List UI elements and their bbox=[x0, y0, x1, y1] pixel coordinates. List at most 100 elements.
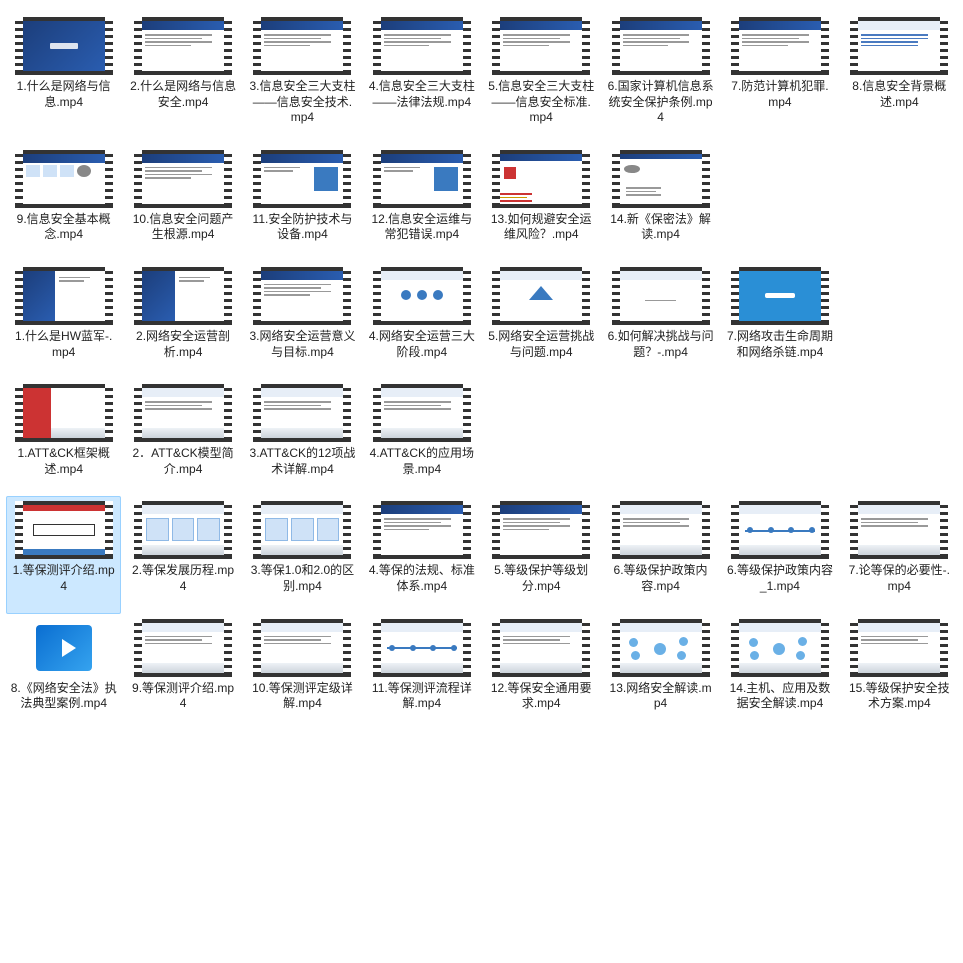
file-item[interactable]: 1.什么是网络与信息.mp4 bbox=[6, 12, 121, 129]
file-name: 5.等级保护等级划分.mp4 bbox=[488, 563, 594, 594]
file-item[interactable]: 1.什么是HW蓝军-.mp4 bbox=[6, 262, 121, 379]
file-name: 14.主机、应用及数据安全解读.mp4 bbox=[727, 681, 833, 712]
file-item[interactable]: 1.等保测评介绍.mp4 bbox=[6, 496, 121, 613]
video-thumbnail bbox=[15, 384, 113, 442]
file-name: 15.等级保护安全技术方案.mp4 bbox=[846, 681, 952, 712]
file-item[interactable]: 5.信息安全三大支柱——信息安全标准.mp4 bbox=[484, 12, 599, 145]
video-thumbnail bbox=[134, 17, 232, 75]
file-name: 6.如何解决挑战与问题？-.mp4 bbox=[608, 329, 714, 360]
file-item[interactable]: 5.等级保护等级划分.mp4 bbox=[484, 496, 599, 613]
file-item[interactable]: 5.网络安全运营挑战与问题.mp4 bbox=[484, 262, 599, 379]
video-thumbnail bbox=[134, 150, 232, 208]
file-item[interactable]: 11.等保测评流程详解.mp4 bbox=[364, 614, 479, 731]
file-name: 5.网络安全运营挑战与问题.mp4 bbox=[488, 329, 594, 360]
file-item[interactable]: 6.等级保护政策内容.mp4 bbox=[603, 496, 718, 613]
file-name: 5.信息安全三大支柱——信息安全标准.mp4 bbox=[488, 79, 594, 126]
file-item[interactable]: 6.如何解决挑战与问题？-.mp4 bbox=[603, 262, 718, 379]
video-thumbnail bbox=[612, 619, 710, 677]
video-thumbnail bbox=[612, 17, 710, 75]
file-name: 11.等保测评流程详解.mp4 bbox=[369, 681, 475, 712]
video-thumbnail bbox=[253, 384, 351, 442]
file-item[interactable]: 3.ATT&CK的12项战术详解.mp4 bbox=[245, 379, 360, 496]
file-name: 3.等保1.0和2.0的区别.mp4 bbox=[249, 563, 355, 594]
file-item[interactable]: 4.ATT&CK的应用场景.mp4 bbox=[364, 379, 479, 496]
file-item[interactable]: 4.网络安全运营三大阶段.mp4 bbox=[364, 262, 479, 379]
file-name: 9.信息安全基本概念.mp4 bbox=[11, 212, 117, 243]
file-name: 3.ATT&CK的12项战术详解.mp4 bbox=[249, 446, 355, 477]
video-thumbnail bbox=[612, 150, 710, 208]
file-name: 1.什么是HW蓝军-.mp4 bbox=[11, 329, 117, 360]
file-name: 8.信息安全背景概述.mp4 bbox=[846, 79, 952, 110]
file-name: 1.什么是网络与信息.mp4 bbox=[11, 79, 117, 110]
file-name: 1.等保测评介绍.mp4 bbox=[11, 563, 117, 594]
file-item[interactable]: 2.等保发展历程.mp4 bbox=[125, 496, 240, 613]
file-item[interactable]: 12.等保安全通用要求.mp4 bbox=[484, 614, 599, 731]
file-item[interactable]: 4.信息安全三大支柱——法律法规.mp4 bbox=[364, 12, 479, 129]
video-thumbnail bbox=[492, 267, 590, 325]
file-name: 3.网络安全运营意义与目标.mp4 bbox=[249, 329, 355, 360]
file-item[interactable]: 13.网络安全解读.mp4 bbox=[603, 614, 718, 731]
file-item[interactable]: 10.等保测评定级详解.mp4 bbox=[245, 614, 360, 731]
video-thumbnail bbox=[492, 17, 590, 75]
file-item[interactable]: 7.网络攻击生命周期和网络杀链.mp4 bbox=[722, 262, 837, 379]
file-name: 2.网络安全运营剖析.mp4 bbox=[130, 329, 236, 360]
file-name: 9.等保测评介绍.mp4 bbox=[130, 681, 236, 712]
file-name: 4.等保的法规、标准体系.mp4 bbox=[369, 563, 475, 594]
file-item[interactable]: 15.等级保护安全技术方案.mp4 bbox=[842, 614, 957, 731]
video-thumbnail bbox=[612, 267, 710, 325]
file-grid: 1.什么是网络与信息.mp4 2.什么是网络与信息安全.mp4 3.信息安全三大支柱… bbox=[6, 12, 957, 731]
file-item[interactable]: 8.《网络安全法》执法典型案例.mp4 bbox=[6, 614, 121, 731]
file-item[interactable]: 6.等级保护政策内容_1.mp4 bbox=[722, 496, 837, 613]
video-thumbnail bbox=[850, 17, 948, 75]
file-item[interactable]: 9.等保测评介绍.mp4 bbox=[125, 614, 240, 731]
file-item[interactable]: 9.信息安全基本概念.mp4 bbox=[6, 145, 121, 262]
file-name: 14.新《保密法》解读.mp4 bbox=[608, 212, 714, 243]
file-name: 2．ATT&CK模型简介.mp4 bbox=[130, 446, 236, 477]
file-item[interactable]: 14.主机、应用及数据安全解读.mp4 bbox=[722, 614, 837, 731]
video-thumbnail bbox=[253, 619, 351, 677]
video-thumbnail bbox=[731, 619, 829, 677]
video-thumbnail bbox=[253, 267, 351, 325]
file-name: 1.ATT&CK框架概述.mp4 bbox=[11, 446, 117, 477]
file-item[interactable]: 4.等保的法规、标准体系.mp4 bbox=[364, 496, 479, 613]
video-thumbnail bbox=[253, 501, 351, 559]
file-item[interactable]: 10.信息安全问题产生根源.mp4 bbox=[125, 145, 240, 262]
video-thumbnail bbox=[492, 619, 590, 677]
file-item[interactable]: 2.什么是网络与信息安全.mp4 bbox=[125, 12, 240, 129]
file-item[interactable]: 3.信息安全三大支柱——信息安全技术.mp4 bbox=[245, 12, 360, 145]
file-item[interactable]: 7.论等保的必要性-.mp4 bbox=[842, 496, 957, 613]
file-item[interactable]: 2.网络安全运营剖析.mp4 bbox=[125, 262, 240, 379]
file-item[interactable]: 12.信息安全运维与常犯错误.mp4 bbox=[364, 145, 479, 262]
video-thumbnail bbox=[612, 501, 710, 559]
file-item[interactable]: 1.ATT&CK框架概述.mp4 bbox=[6, 379, 121, 496]
file-name: 10.等保测评定级详解.mp4 bbox=[249, 681, 355, 712]
video-file-icon bbox=[28, 619, 100, 677]
video-thumbnail bbox=[850, 619, 948, 677]
file-name: 3.信息安全三大支柱——信息安全技术.mp4 bbox=[249, 79, 355, 126]
video-thumbnail bbox=[15, 17, 113, 75]
video-thumbnail bbox=[253, 17, 351, 75]
file-name: 6.等级保护政策内容.mp4 bbox=[608, 563, 714, 594]
file-name: 6.等级保护政策内容_1.mp4 bbox=[727, 563, 833, 594]
file-item[interactable]: 13.如何规避安全运维风险？.mp4 bbox=[484, 145, 599, 262]
file-name: 10.信息安全问题产生根源.mp4 bbox=[130, 212, 236, 243]
file-item[interactable]: 14.新《保密法》解读.mp4 bbox=[603, 145, 718, 262]
file-name: 4.网络安全运营三大阶段.mp4 bbox=[369, 329, 475, 360]
video-thumbnail bbox=[134, 619, 232, 677]
video-thumbnail bbox=[134, 501, 232, 559]
video-thumbnail bbox=[134, 384, 232, 442]
video-thumbnail bbox=[492, 150, 590, 208]
file-item[interactable]: 6.国家计算机信息系统安全保护条例.mp4 bbox=[603, 12, 718, 145]
file-item[interactable]: 7.防范计算机犯罪.mp4 bbox=[722, 12, 837, 129]
file-name: 2.什么是网络与信息安全.mp4 bbox=[130, 79, 236, 110]
file-item[interactable]: 2．ATT&CK模型简介.mp4 bbox=[125, 379, 240, 496]
video-thumbnail bbox=[492, 501, 590, 559]
file-item[interactable]: 8.信息安全背景概述.mp4 bbox=[842, 12, 957, 129]
video-thumbnail bbox=[373, 384, 471, 442]
file-item[interactable]: 3.网络安全运营意义与目标.mp4 bbox=[245, 262, 360, 379]
file-item[interactable]: 3.等保1.0和2.0的区别.mp4 bbox=[245, 496, 360, 613]
file-item[interactable]: 11.安全防护技术与设备.mp4 bbox=[245, 145, 360, 262]
file-name: 8.《网络安全法》执法典型案例.mp4 bbox=[11, 681, 117, 712]
video-thumbnail bbox=[15, 267, 113, 325]
file-name: 12.信息安全运维与常犯错误.mp4 bbox=[369, 212, 475, 243]
